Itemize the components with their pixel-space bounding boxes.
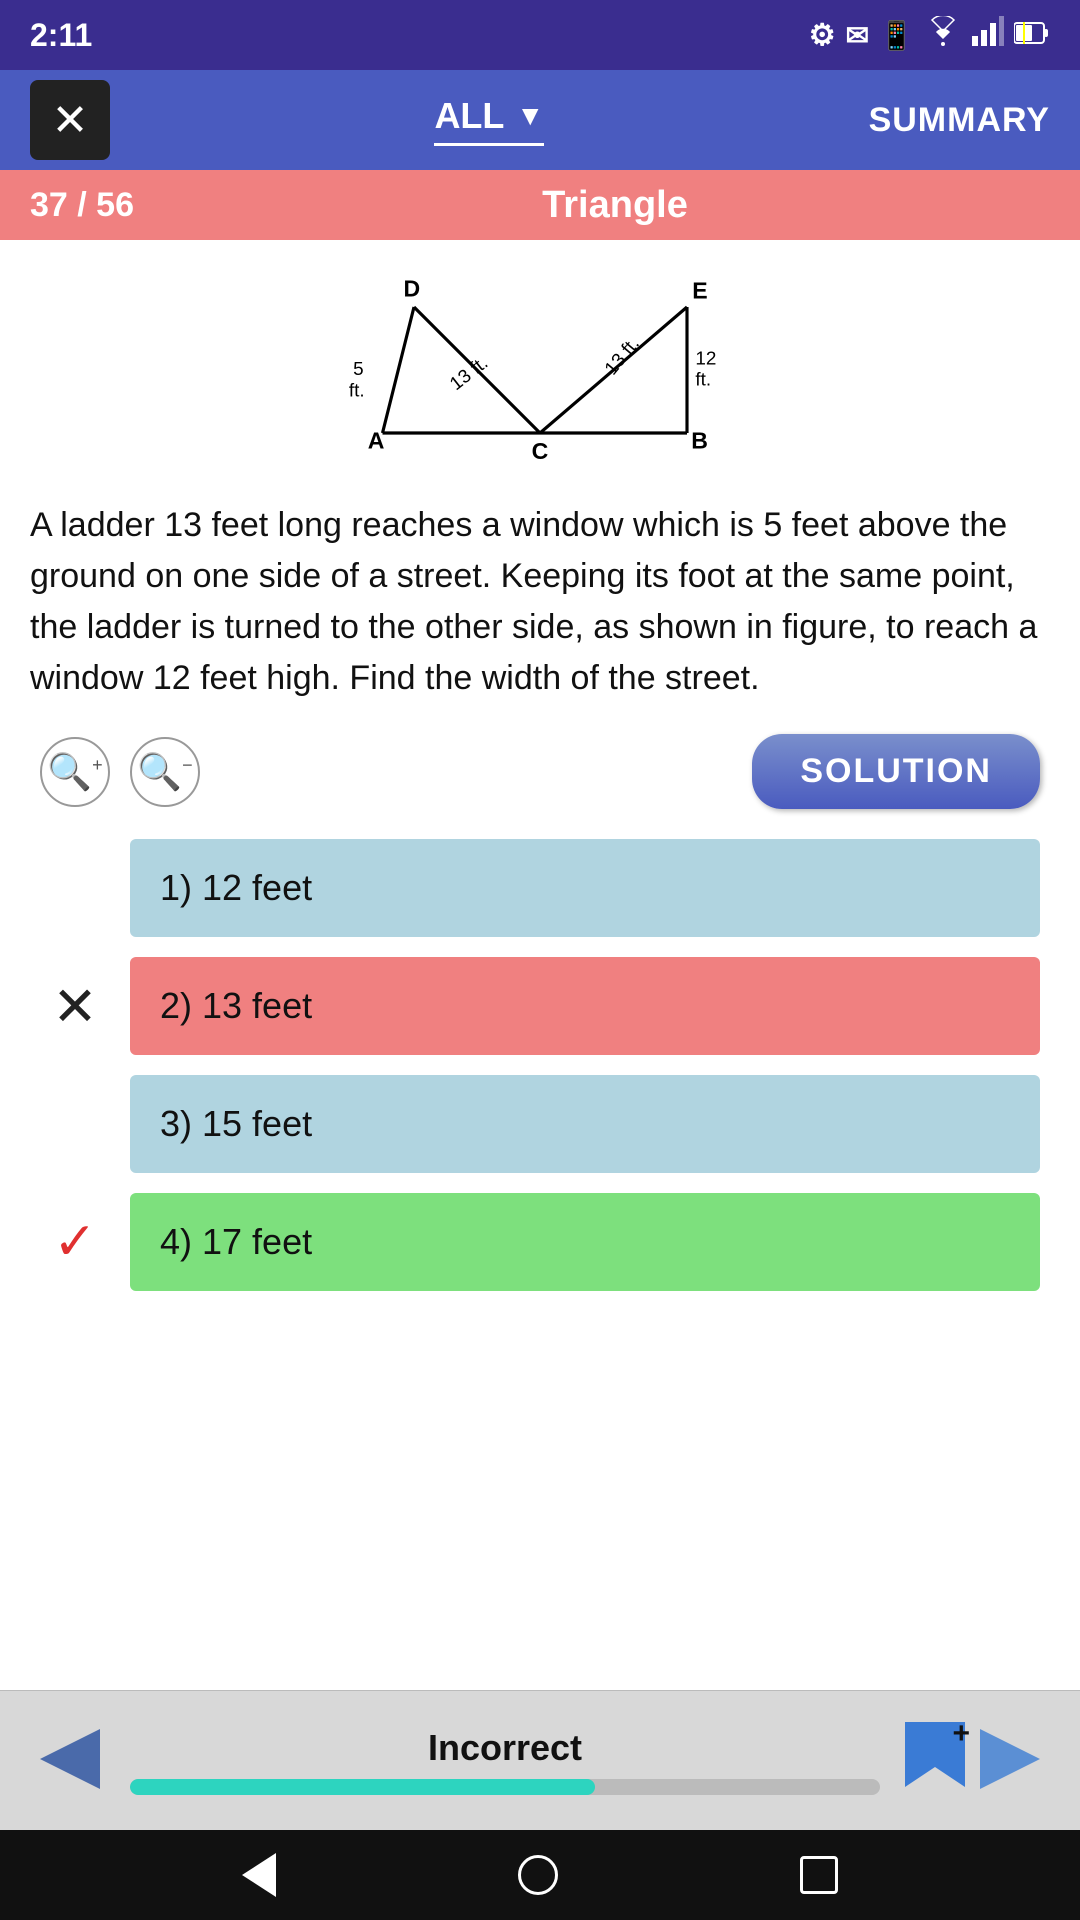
status-icons: ⚙ ✉ 📱 bbox=[809, 16, 1050, 54]
option-4-indicator: ✓ bbox=[40, 1212, 110, 1272]
solution-button[interactable]: SOLUTION bbox=[752, 734, 1040, 809]
svg-text:B: B bbox=[691, 428, 708, 454]
zoom-out-icon: 🔍− bbox=[137, 751, 192, 793]
progress-track bbox=[130, 1779, 880, 1795]
close-button[interactable]: ✕ bbox=[30, 80, 110, 160]
bookmark-add-button[interactable]: + bbox=[900, 1717, 970, 1805]
zoom-in-icon: 🔍+ bbox=[47, 751, 102, 793]
settings-icon: ⚙ bbox=[809, 18, 836, 53]
previous-icon bbox=[30, 1719, 110, 1802]
battery-icon bbox=[1014, 17, 1050, 54]
question-text: A ladder 13 feet long reaches a window w… bbox=[30, 500, 1050, 704]
diagram-area: A C B D E 5 ft. 13 ft. 13 ft. 12 ft. bbox=[30, 260, 1050, 480]
svg-text:13 ft.: 13 ft. bbox=[601, 334, 644, 380]
svg-text:E: E bbox=[692, 278, 707, 304]
main-content: A C B D E 5 ft. 13 ft. 13 ft. 12 ft. A l… bbox=[0, 240, 1080, 1690]
topic-title: Triangle bbox=[180, 184, 1050, 227]
time-label: 2:11 bbox=[30, 17, 92, 54]
question-count: 37 / 56 bbox=[30, 186, 180, 225]
plus-badge: + bbox=[952, 1717, 970, 1751]
phone-icon: 📱 bbox=[879, 19, 914, 52]
android-recent-button[interactable] bbox=[800, 1856, 838, 1894]
svg-text:ft.: ft. bbox=[349, 380, 365, 401]
summary-button[interactable]: SUMMARY bbox=[869, 101, 1050, 140]
option-2-button[interactable]: 2) 13 feet bbox=[130, 957, 1040, 1055]
zoom-controls: 🔍+ 🔍− bbox=[40, 737, 200, 807]
option-3-button[interactable]: 3) 15 feet bbox=[130, 1075, 1040, 1173]
svg-text:D: D bbox=[404, 276, 421, 302]
filter-dropdown[interactable]: ALL ▼ bbox=[434, 95, 544, 146]
previous-button[interactable] bbox=[30, 1719, 110, 1802]
zoom-out-button[interactable]: 🔍− bbox=[130, 737, 200, 807]
option-row-2: ✕ 2) 13 feet bbox=[40, 957, 1040, 1055]
android-home-button[interactable] bbox=[518, 1855, 558, 1895]
svg-text:ft.: ft. bbox=[695, 370, 711, 391]
android-home-icon bbox=[518, 1855, 558, 1895]
option-row-1: 1) 12 feet bbox=[40, 839, 1040, 937]
android-back-button[interactable] bbox=[242, 1853, 276, 1897]
option-row-3: 3) 15 feet bbox=[40, 1075, 1040, 1173]
option-row-4: ✓ 4) 17 feet bbox=[40, 1193, 1040, 1291]
svg-text:A: A bbox=[368, 428, 385, 454]
svg-text:C: C bbox=[532, 438, 549, 464]
nav-bar: ✕ ALL ▼ SUMMARY bbox=[0, 70, 1080, 170]
options-container: 1) 12 feet ✕ 2) 13 feet 3) 15 feet ✓ 4) … bbox=[30, 839, 1050, 1291]
filter-label: ALL bbox=[434, 95, 504, 137]
option-2-indicator: ✕ bbox=[40, 975, 110, 1038]
triangle-diagram: A C B D E 5 ft. 13 ft. 13 ft. 12 ft. bbox=[330, 260, 750, 480]
android-back-icon bbox=[242, 1853, 276, 1897]
chevron-down-icon: ▼ bbox=[516, 100, 544, 132]
gmail-icon: ✉ bbox=[846, 19, 869, 52]
zoom-in-button[interactable]: 🔍+ bbox=[40, 737, 110, 807]
bottom-center: Incorrect bbox=[130, 1727, 880, 1795]
svg-text:12: 12 bbox=[695, 349, 716, 370]
wifi-icon bbox=[924, 16, 962, 54]
next-icon bbox=[970, 1719, 1050, 1802]
svg-text:13 ft.: 13 ft. bbox=[446, 353, 492, 395]
svg-text:5: 5 bbox=[353, 359, 364, 380]
progress-fill bbox=[130, 1779, 595, 1795]
android-recent-icon bbox=[800, 1856, 838, 1894]
next-button[interactable] bbox=[970, 1719, 1050, 1802]
option-4-button[interactable]: 4) 17 feet bbox=[130, 1193, 1040, 1291]
status-bar: 2:11 ⚙ ✉ 📱 bbox=[0, 0, 1080, 70]
progress-bar: 37 / 56 Triangle bbox=[0, 170, 1080, 240]
controls-bar: 🔍+ 🔍− SOLUTION bbox=[30, 734, 1050, 809]
bottom-nav: Incorrect + bbox=[0, 1690, 1080, 1830]
option-1-button[interactable]: 1) 12 feet bbox=[130, 839, 1040, 937]
android-nav-bar bbox=[0, 1830, 1080, 1920]
signal-icon bbox=[972, 16, 1004, 54]
result-label: Incorrect bbox=[428, 1727, 582, 1769]
